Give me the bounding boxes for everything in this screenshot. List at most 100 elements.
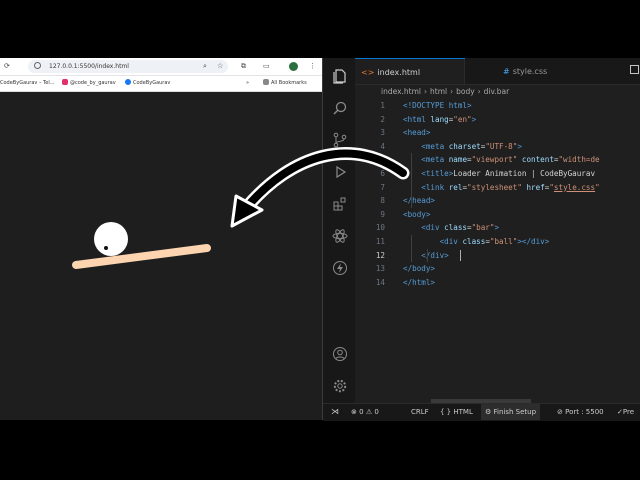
reload-icon[interactable]: ⟳ xyxy=(4,61,10,71)
explorer-icon[interactable] xyxy=(332,68,348,84)
address-bar[interactable]: 127.0.0.1:5500/index.html xyxy=(28,60,228,73)
zoom-icon[interactable]: ⌕ xyxy=(203,61,207,71)
code-line[interactable]: 11 <div class="ball"></div> xyxy=(355,235,640,249)
code-line[interactable]: 10 <div class="bar"> xyxy=(355,221,640,235)
code-line[interactable]: 12 </div> xyxy=(355,249,640,263)
code-token: <!DOCTYPE html> xyxy=(403,101,472,110)
indent-guide xyxy=(411,153,412,208)
indent-guide xyxy=(411,235,412,263)
url-text: 127.0.0.1:5500/index.html xyxy=(49,63,129,70)
eol-indicator[interactable]: CRLF xyxy=(411,404,429,420)
status-bar: ⋊ ⊗ 0 ⚠ 0 CRLF { } HTML ⚙ Finish Setup ⊘… xyxy=(323,403,640,421)
facebook-icon xyxy=(125,79,131,85)
folder-icon xyxy=(263,79,269,85)
code-token: Loader Animation | CodeByGaurav xyxy=(453,169,596,178)
react-icon[interactable] xyxy=(332,228,348,244)
code-token: > xyxy=(471,114,477,124)
code-token: </head> xyxy=(403,196,436,206)
split-editor-icon[interactable] xyxy=(630,65,639,74)
code-token: " xyxy=(595,182,600,192)
warning-icon: ⚠ xyxy=(365,408,373,416)
all-bookmarks[interactable]: All Bookmarks xyxy=(263,76,307,91)
code-line[interactable]: 6 <title>Loader Animation | CodeByGaurav xyxy=(355,167,640,181)
browser-window: ⟳ 127.0.0.1:5500/index.html ⌕ ☆ ⧉ ▭ ⋮ Co… xyxy=(0,58,322,420)
account-icon[interactable] xyxy=(332,346,348,362)
bookmark-item[interactable]: CodeByGaurav – Tel... xyxy=(0,76,55,91)
line-number: 14 xyxy=(375,277,385,287)
code-line[interactable]: 13 </body> xyxy=(355,262,640,276)
code-token: ></div> xyxy=(517,237,550,246)
code-line[interactable]: 5 <meta name="viewport" content="width=d… xyxy=(355,153,640,167)
mouse-cursor-dot xyxy=(104,246,108,250)
broadcast-icon: ⊘ xyxy=(557,408,563,416)
code-token: > xyxy=(494,223,500,233)
source-control-icon[interactable] xyxy=(332,132,348,148)
code-line[interactable]: 3 <head> xyxy=(355,126,640,140)
page-viewport xyxy=(0,92,322,420)
line-content: <html lang="en"> xyxy=(403,113,476,127)
code-token: </body> xyxy=(403,264,436,274)
line-content: </body> xyxy=(403,262,435,276)
breadcrumb-item[interactable]: html xyxy=(430,87,447,96)
line-number: 4 xyxy=(380,141,385,151)
remote-icon[interactable]: ⋊ xyxy=(331,404,339,420)
breadcrumb-item[interactable]: body xyxy=(456,87,475,96)
language-mode[interactable]: { } HTML xyxy=(440,404,473,420)
bookmark-item[interactable]: CodeByGaurav xyxy=(125,76,170,91)
code-line[interactable]: 9 <body> xyxy=(355,208,640,222)
problems-indicator[interactable]: ⊗ 0 ⚠ 0 xyxy=(351,404,379,420)
line-number: 3 xyxy=(380,128,385,138)
breadcrumb-item[interactable]: index.html xyxy=(381,87,421,96)
extensions-icon[interactable] xyxy=(332,196,348,212)
breadcrumb-item[interactable]: div.bar xyxy=(484,87,510,96)
code-token: lang xyxy=(425,114,449,124)
code-line[interactable]: 7 <link rel="stylesheet" href="style.css… xyxy=(355,181,640,195)
line-number: 9 xyxy=(380,209,385,219)
menu-kebab-icon[interactable]: ⋮ xyxy=(309,61,316,71)
finish-setup-button[interactable]: ⚙ Finish Setup xyxy=(481,404,541,420)
search-icon[interactable] xyxy=(332,100,348,116)
setup-icon: ⚙ xyxy=(485,408,492,416)
indent-guide xyxy=(427,248,428,263)
line-number: 6 xyxy=(380,169,385,178)
activity-bar xyxy=(323,58,355,403)
code-area[interactable]: 1 <!DOCTYPE html> 2 <html lang="en"> 3 <head>… xyxy=(355,99,640,399)
line-number: 5 xyxy=(380,155,385,165)
code-token: <meta xyxy=(403,155,445,165)
live-server-port[interactable]: ⊘ Port : 5500 xyxy=(557,404,604,420)
code-token: "width=de xyxy=(558,155,600,165)
code-line[interactable]: 1 <!DOCTYPE html> xyxy=(355,99,640,113)
site-info-icon[interactable] xyxy=(34,62,41,69)
code-line[interactable]: 4 <meta charset="UTF-8"> xyxy=(355,140,640,154)
code-token: "viewport" xyxy=(471,155,518,165)
code-line[interactable]: 2 <html lang="en"> xyxy=(355,113,640,127)
prettier-indicator[interactable]: ✓Pre xyxy=(617,404,634,420)
line-number: 1 xyxy=(380,101,385,110)
text-cursor xyxy=(460,249,461,261)
line-number: 8 xyxy=(380,196,385,206)
line-number: 2 xyxy=(380,114,385,124)
code-line[interactable]: 8 </head> xyxy=(355,194,640,208)
settings-gear-icon[interactable] xyxy=(332,378,348,394)
editor-tabs: <> index.html # style.css xyxy=(355,58,640,85)
code-token: "bar" xyxy=(471,223,495,233)
bookmarks-overflow[interactable]: » xyxy=(246,76,249,91)
code-token: </div> xyxy=(403,250,449,260)
bookmark-item[interactable]: @code_by_gaurav xyxy=(62,76,116,91)
code-token: <html xyxy=(403,114,426,124)
code-line[interactable]: 14 </html> xyxy=(355,276,640,290)
line-number: 7 xyxy=(380,182,385,192)
extensions-icon[interactable]: ⧉ xyxy=(241,61,246,71)
tab-index-html[interactable]: <> index.html xyxy=(355,58,465,85)
run-debug-icon[interactable] xyxy=(332,164,348,180)
code-token: <div xyxy=(403,223,440,233)
code-token: style.css xyxy=(553,182,596,192)
code-token: rel xyxy=(444,182,463,192)
line-content: <!DOCTYPE html> xyxy=(403,99,472,113)
tab-style-css[interactable]: # style.css xyxy=(467,58,583,84)
profile-avatar[interactable] xyxy=(289,62,298,71)
sidepanel-icon[interactable]: ▭ xyxy=(263,61,270,71)
bookmark-star-icon[interactable]: ☆ xyxy=(217,61,223,71)
code-token: <link xyxy=(403,182,445,192)
lightning-icon[interactable] xyxy=(332,260,348,276)
